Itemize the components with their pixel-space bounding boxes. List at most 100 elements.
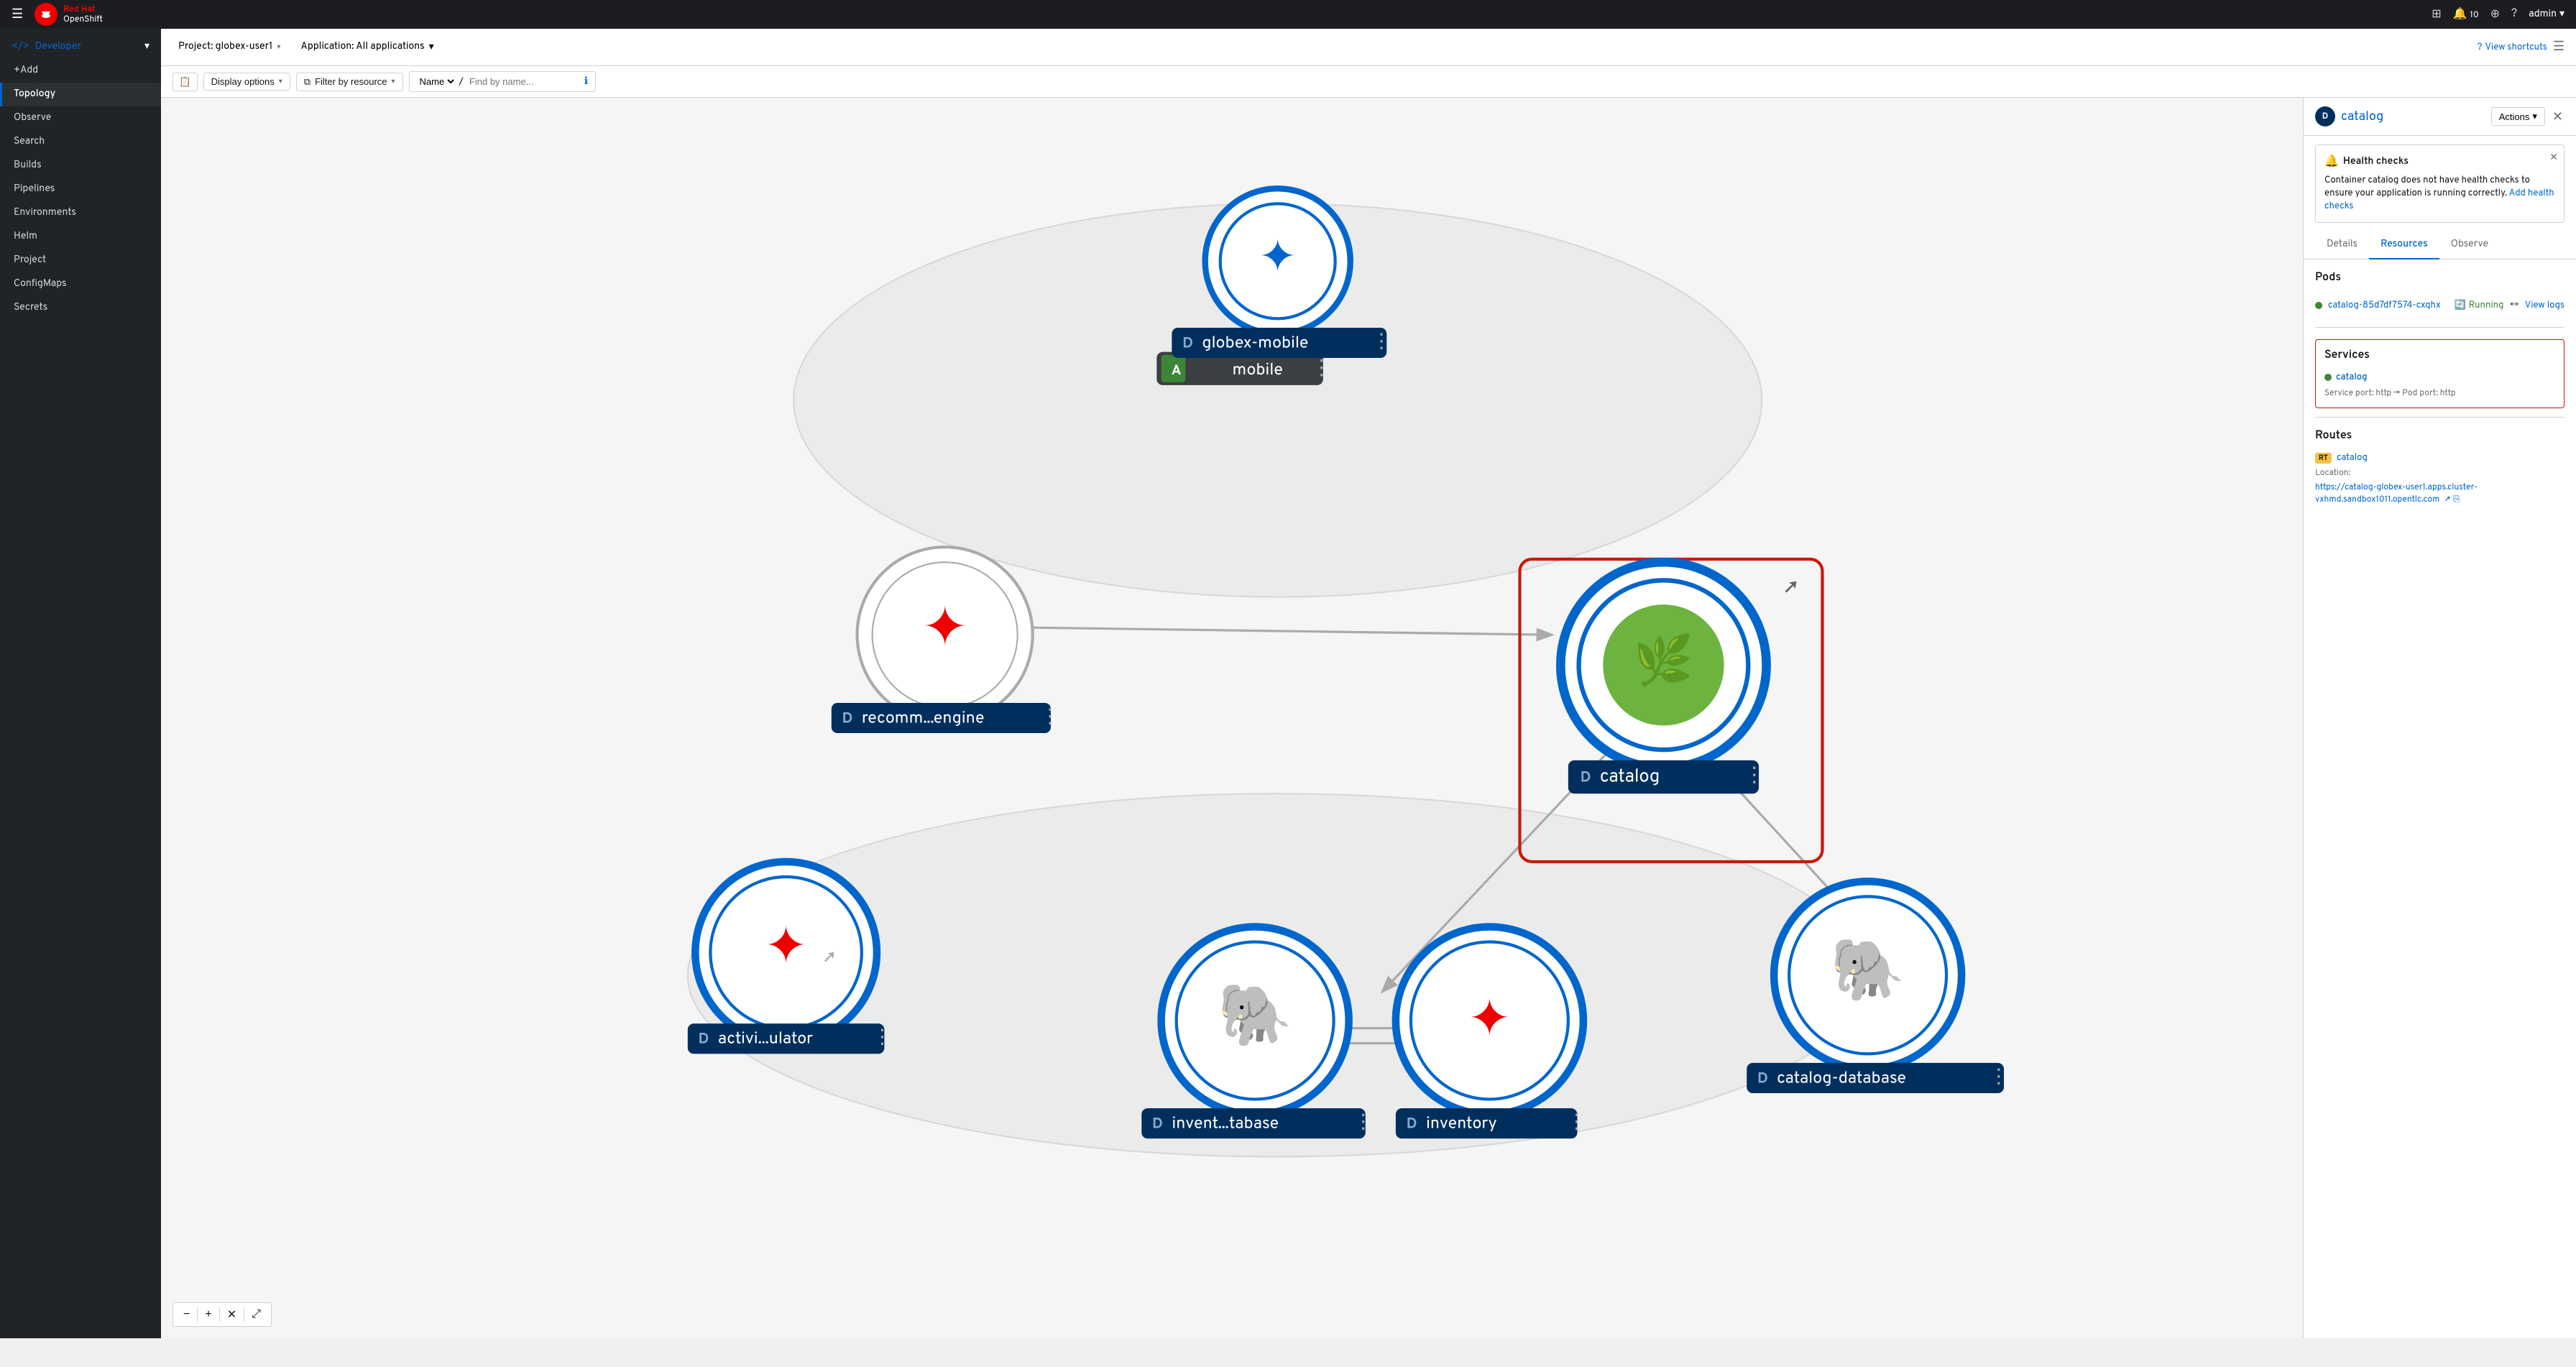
tab-details[interactable]: Details [2315,231,2369,259]
svg-text:↗: ↗ [1785,576,1798,602]
svg-text:activi...ulator: activi...ulator [718,1029,813,1050]
external-link-icon[interactable]: ↗ [2445,494,2450,505]
svg-text:D: D [842,709,853,729]
view-shortcuts-link[interactable]: ? View shortcuts [2478,42,2547,53]
copy-icon[interactable]: ⎘ [2453,494,2460,505]
application-chevron-icon: ▾ [429,41,434,54]
view-logs-link[interactable]: View logs [2525,300,2564,311]
sidebar-item-pipelines[interactable]: Pipelines [0,178,161,201]
topology-canvas[interactable]: ✦ A mobile ⋮ D globex-mobile ⋮ ✦ D recom… [161,98,2576,1338]
project-selector[interactable]: Project: globex-user1 ▾ [172,38,286,56]
svg-text:D: D [699,1031,709,1050]
sidebar-item-secrets[interactable]: Secrets [0,296,161,320]
list-view-icon[interactable]: ☰ [2553,39,2564,55]
display-options-label: Display options [211,76,275,87]
zoom-fit-button[interactable]: ⤢ [247,1307,265,1322]
grid-icon[interactable]: ⊞ [2432,6,2441,22]
sidebar-item-helm[interactable]: Helm [0,225,161,249]
svg-text:⋮: ⋮ [1567,1111,1586,1136]
panel-content: Pods catalog-85d7df7574-cxqhx 🔄 Running … [2304,259,2576,1338]
sidebar-item-add[interactable]: +Add [0,59,161,83]
svg-text:A: A [1172,363,1182,380]
help-icon[interactable]: ? [2511,7,2517,22]
panel-header: D catalog Actions ▾ ✕ [2304,98,2576,136]
route-url-container: https://catalog-globex-user1.apps.cluste… [2315,482,2564,506]
tab-resources[interactable]: Resources [2369,231,2439,259]
notification-bell-icon[interactable]: 🔔 10 [2453,6,2479,22]
plus-circle-icon[interactable]: ⊕ [2490,6,2500,22]
code-icon: </> [12,41,29,53]
topology-svg: ✦ A mobile ⋮ D globex-mobile ⋮ ✦ D recom… [161,98,2576,1338]
name-filter-select[interactable]: Name [417,75,456,88]
panel-title-text: catalog [2341,109,2383,125]
bell-icon: 🔔 [2324,154,2339,170]
panel-title: D catalog [2315,106,2383,126]
pods-section-title: Pods [2315,271,2564,285]
pod-arrows-icon: ↔ [2509,300,2518,312]
svg-text:globex-mobile: globex-mobile [1202,333,1308,354]
hamburger-menu[interactable]: ☰ [12,6,23,23]
zoom-controls: − + ✕ ⤢ [172,1302,272,1327]
panel-tabs: Details Resources Observe [2304,231,2576,259]
sidebar-configmaps-label: ConfigMaps [14,278,67,290]
service-name-link[interactable]: catalog [2336,372,2368,383]
project-label: Project: globex-user1 [178,41,272,53]
services-section-title: Services [2324,349,2555,363]
project-chevron-icon: ▾ [277,42,280,52]
sidebar-item-search[interactable]: Search [0,130,161,154]
zoom-reset-button[interactable]: ✕ [223,1306,241,1323]
sidebar-add-label: +Add [14,65,38,77]
pod-status: 🔄 Running [2454,300,2503,311]
sidebar-item-project[interactable]: Project [0,249,161,272]
svg-text:🐘: 🐘 [1218,982,1293,1059]
main-wrapper: Project: globex-user1 ▾ Application: All… [161,29,2576,1338]
zoom-out-button[interactable]: − [179,1307,194,1322]
display-options-button[interactable]: Display options ▾ [203,73,290,91]
filter-by-resource-chevron-icon: ▾ [392,78,395,86]
sidebar-item-observe[interactable]: Observe [0,106,161,130]
health-alert-close-button[interactable]: ✕ [2549,151,2558,163]
brand-name-text: OpenShift [63,14,103,24]
sidebar-item-builds[interactable]: Builds [0,154,161,178]
svg-text:inventory: inventory [1426,1113,1497,1134]
sidebar-environments-label: Environments [14,207,76,219]
svg-text:D: D [1757,1069,1768,1089]
sidebar-project-label: Project [14,254,46,267]
svg-text:D: D [1407,1115,1417,1134]
topology-icon-button[interactable]: 📋 [172,73,198,91]
view-shortcuts-label: View shortcuts [2485,42,2547,53]
service-port-info: Service port: http → Pod port: http [2324,387,2555,399]
redhat-logo-icon [34,3,58,26]
application-label: Application: All applications [300,41,424,53]
svg-text:catalog: catalog [1600,765,1660,788]
zoom-in-button[interactable]: + [201,1307,216,1322]
svg-text:🌿: 🌿 [1634,632,1694,696]
info-icon[interactable]: ℹ [584,75,588,88]
brand-red-text: Red Hat [63,4,103,14]
sidebar-item-topology[interactable]: Topology [0,83,161,106]
sidebar-item-environments[interactable]: Environments [0,201,161,225]
find-by-name-input[interactable] [466,75,581,88]
svg-text:⋮: ⋮ [1989,1066,2008,1090]
top-nav-right: ⊞ 🔔 10 ⊕ ? admin ▾ [2432,6,2564,22]
pod-name-link[interactable]: catalog-85d7df7574-cxqhx [2328,300,2448,311]
filter-icon: ⧉ [304,76,310,88]
top-navigation: ☰ Red Hat OpenShift ⊞ 🔔 10 ⊕ ? admin ▾ [0,0,2576,29]
panel-type-badge: D [2315,106,2335,126]
filter-by-resource-button[interactable]: ⧉ Filter by resource ▾ [296,73,403,91]
sync-icon: 🔄 [2454,300,2465,311]
pod-row: catalog-85d7df7574-cxqhx 🔄 Running ↔ Vie… [2315,294,2564,318]
tab-observe[interactable]: Observe [2439,231,2500,259]
svg-text:⋮: ⋮ [1353,1111,1373,1136]
sidebar-item-configmaps[interactable]: ConfigMaps [0,272,161,296]
svg-text:✦: ✦ [1259,232,1297,290]
admin-user-menu[interactable]: admin ▾ [2529,8,2564,21]
service-indicator [2324,374,2332,381]
application-selector[interactable]: Application: All applications ▾ [295,38,439,57]
notification-count: 10 [2470,9,2478,21]
perspective-switcher[interactable]: </> Developer ▾ [0,34,161,59]
svg-text:⋮: ⋮ [873,1027,892,1051]
route-name-link[interactable]: catalog [2337,452,2368,464]
panel-actions-button[interactable]: Actions ▾ [2491,107,2545,126]
panel-close-button[interactable]: ✕ [2551,108,2564,126]
